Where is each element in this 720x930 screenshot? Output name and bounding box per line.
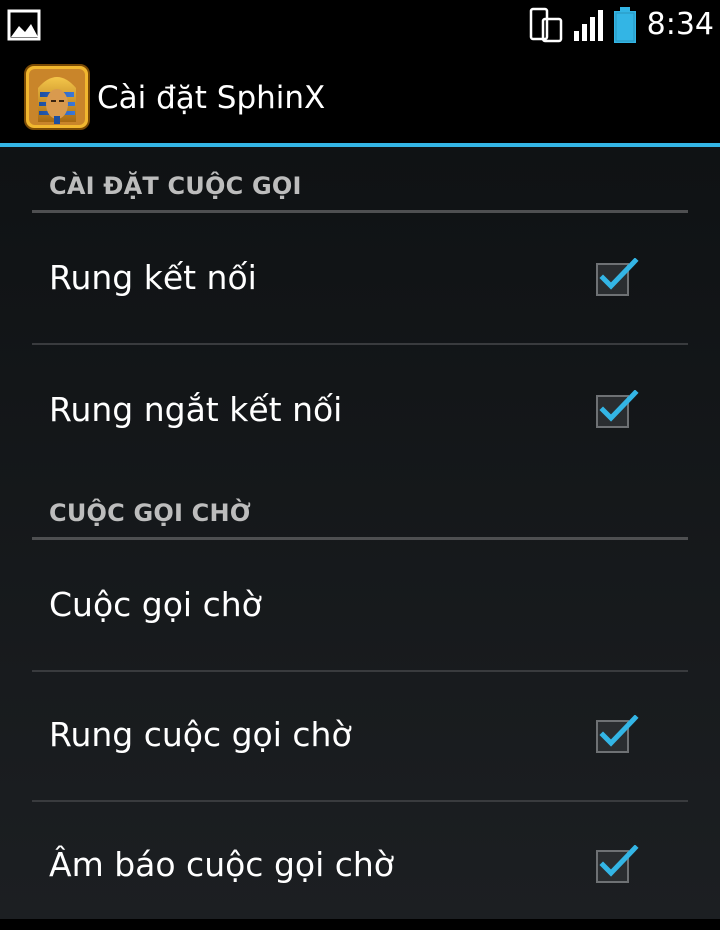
- clock: 8:34: [646, 7, 714, 42]
- battery-icon: [613, 7, 636, 43]
- pref-vibrate-disconnect[interactable]: Rung ngắt kết nối: [32, 345, 688, 475]
- pref-call-waiting[interactable]: Cuộc gọi chờ: [32, 540, 688, 672]
- category-header: CÀI ĐẶT CUỘC GỌI: [49, 172, 302, 200]
- pref-label: Âm báo cuộc gọi chờ: [49, 845, 394, 884]
- status-bar: 8:34: [0, 0, 720, 50]
- pref-call-waiting-tone[interactable]: Âm báo cuộc gọi chờ: [32, 800, 688, 930]
- checkbox-checked-icon[interactable]: [595, 258, 639, 298]
- category-call-waiting: CUỘC GỌI CHỜ: [32, 475, 688, 540]
- pref-label: Rung ngắt kết nối: [49, 390, 343, 429]
- pref-label: Cuộc gọi chờ: [49, 585, 262, 624]
- pref-vibrate-connect[interactable]: Rung kết nối: [32, 213, 688, 345]
- action-bar: Cài đặt SphinX: [0, 50, 720, 143]
- gallery-icon: [7, 9, 41, 41]
- checkbox-checked-icon[interactable]: [595, 715, 639, 755]
- category-header: CUỘC GỌI CHỜ: [49, 499, 251, 527]
- settings-list: CÀI ĐẶT CUỘC GỌI Rung kết nối Rung ngắt …: [0, 147, 720, 919]
- signal-icon: [573, 10, 603, 41]
- checkbox-checked-icon[interactable]: [595, 845, 639, 885]
- sphinx-app-icon[interactable]: [24, 64, 90, 130]
- status-icons: 8:34: [529, 0, 714, 50]
- pref-label: Rung kết nối: [49, 258, 257, 297]
- checkbox-checked-icon[interactable]: [595, 390, 639, 430]
- pref-label: Rung cuộc gọi chờ: [49, 715, 352, 754]
- phone-rotate-icon: [529, 7, 562, 43]
- category-call-settings: CÀI ĐẶT CUỘC GỌI: [32, 147, 688, 213]
- page-title: Cài đặt SphinX: [97, 80, 326, 116]
- pref-vibrate-call-waiting[interactable]: Rung cuộc gọi chờ: [32, 670, 688, 802]
